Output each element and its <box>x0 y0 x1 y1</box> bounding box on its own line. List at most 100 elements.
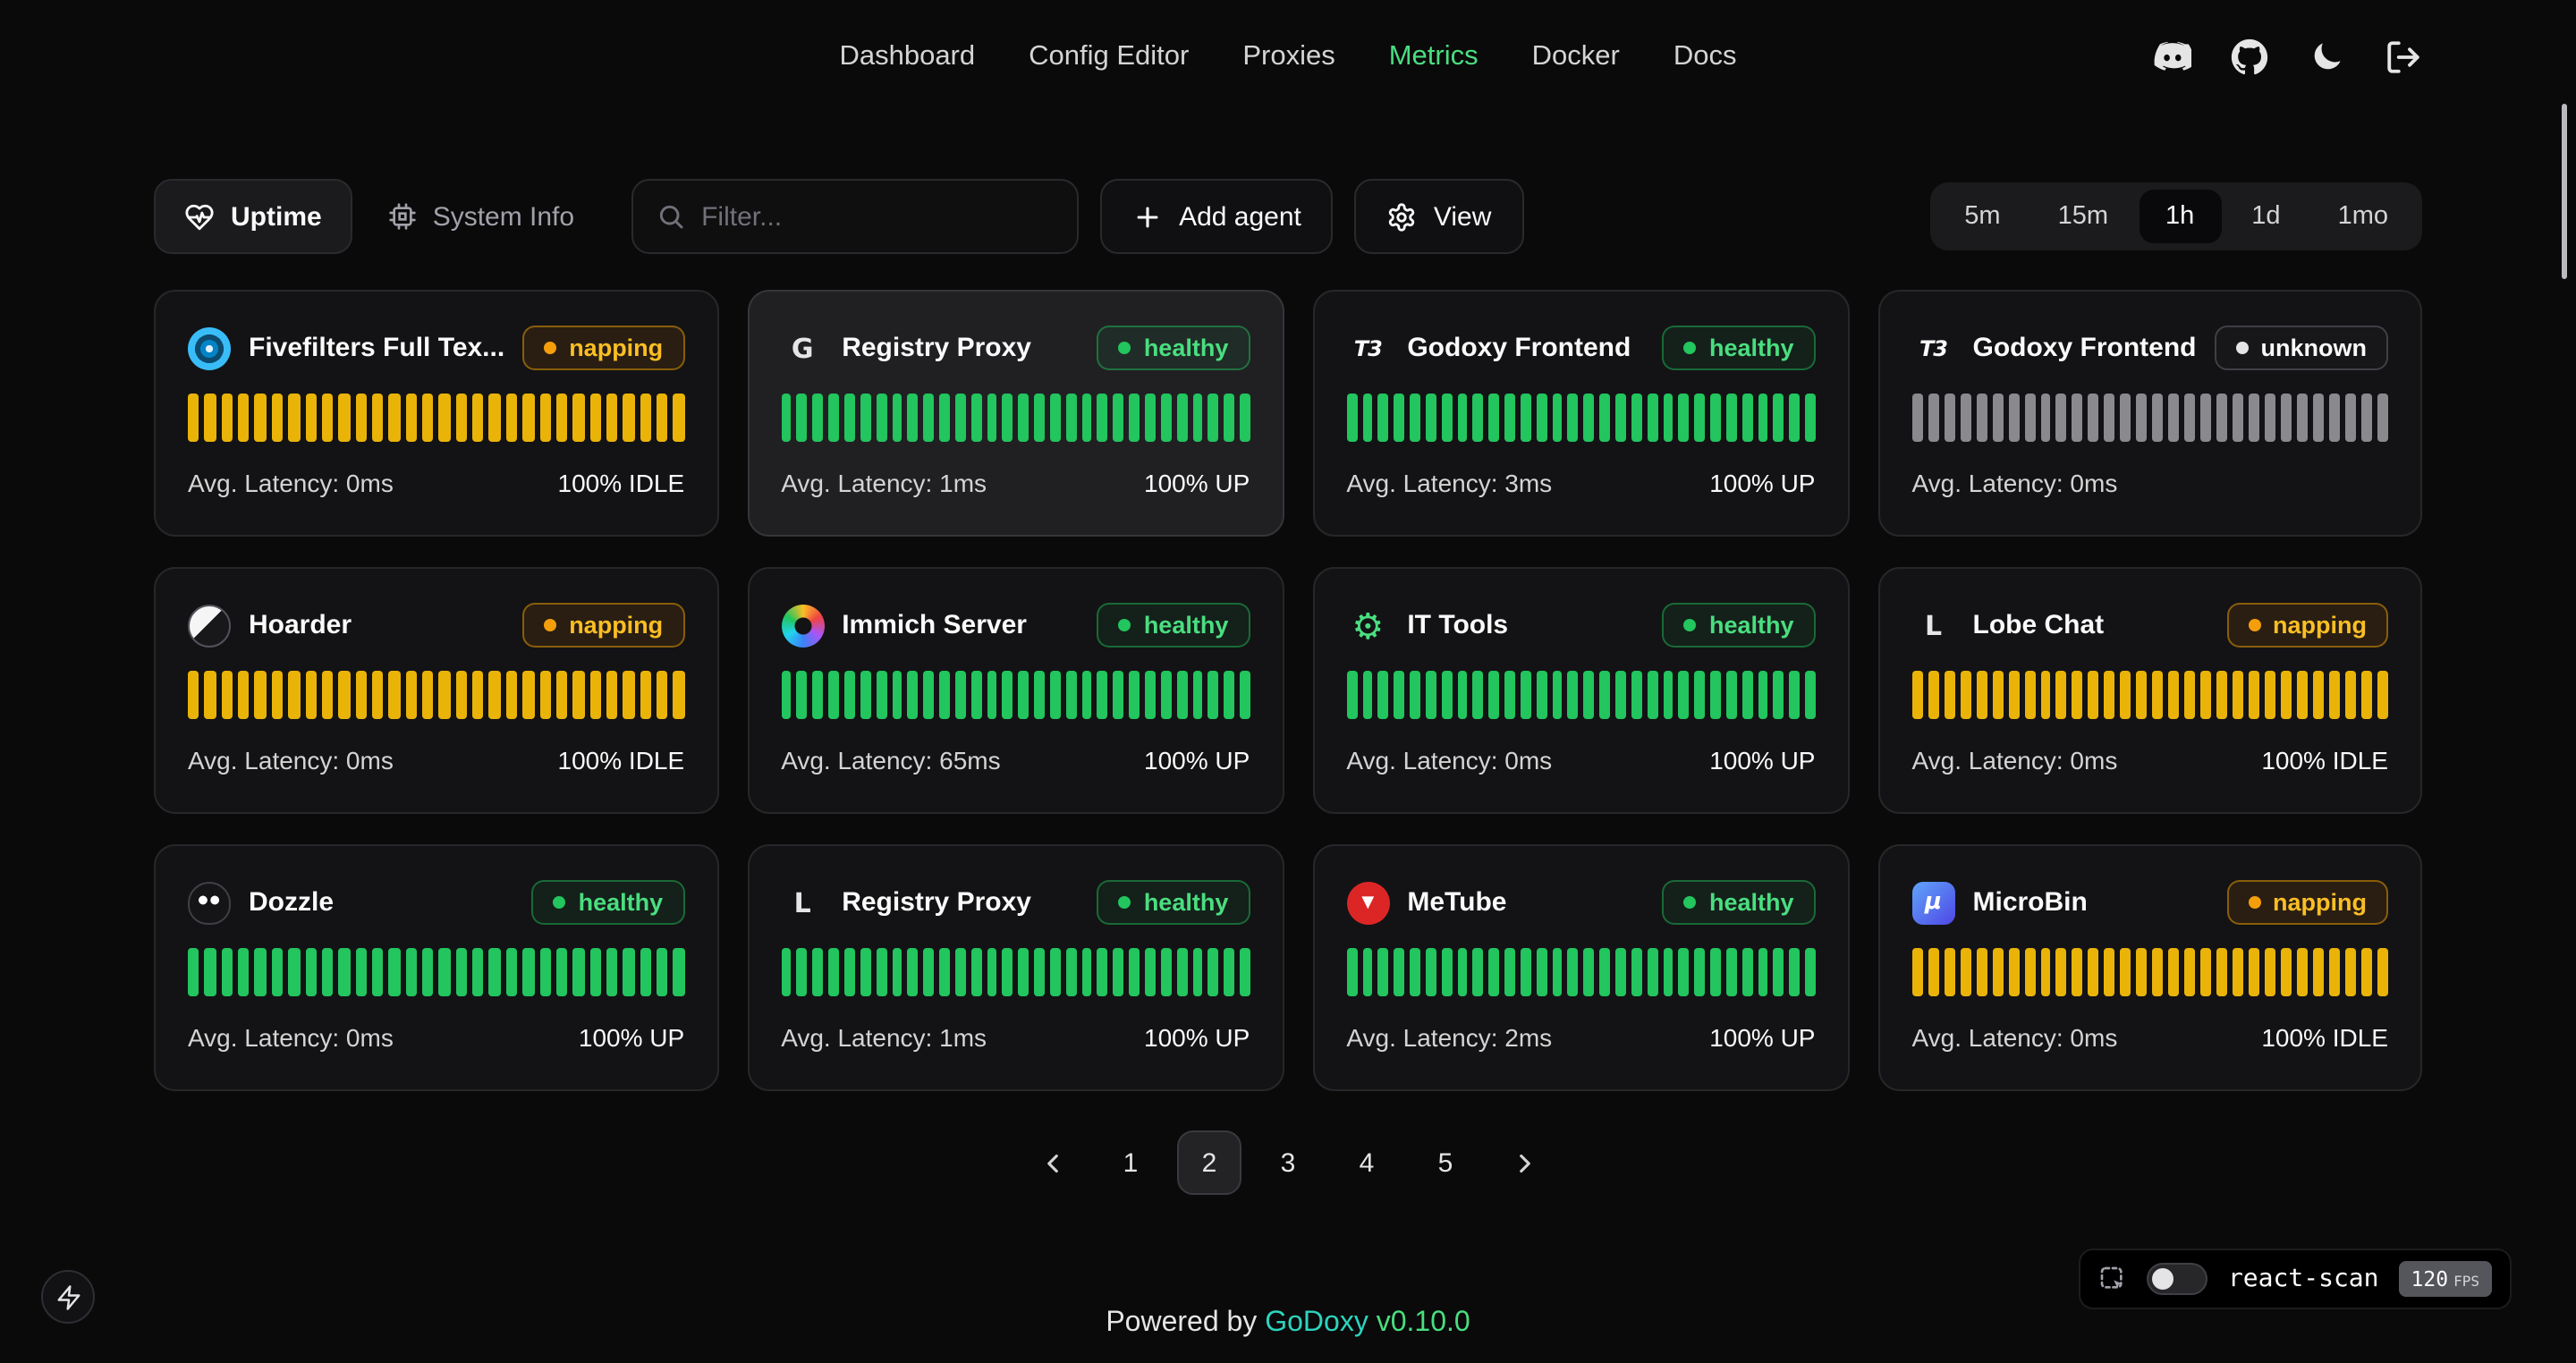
page-5[interactable]: 5 <box>1413 1130 1478 1195</box>
uptime-bar <box>606 671 618 719</box>
godoxy-brand-link[interactable]: GoDoxy <box>1265 1308 1368 1338</box>
card-header: Hoarder napping <box>188 603 684 648</box>
dark-mode-icon[interactable] <box>2308 38 2345 76</box>
time-range-15m[interactable]: 15m <box>2031 190 2135 243</box>
github-icon[interactable] <box>2231 38 2268 76</box>
time-range-5m[interactable]: 5m <box>1937 190 2027 243</box>
uptime-bar <box>188 948 199 996</box>
tab-system-info[interactable]: System Info <box>367 179 596 254</box>
uptime-bar <box>970 394 981 442</box>
service-card[interactable]: μ MicroBin napping Avg. Latency: 0ms 100… <box>1878 844 2423 1091</box>
service-card[interactable]: G Registry Proxy healthy Avg. Latency: 1… <box>747 290 1284 537</box>
uptime-bar <box>589 948 601 996</box>
uptime-bar <box>1976 671 1987 719</box>
inspect-icon[interactable] <box>2099 1265 2128 1293</box>
uptime-bar <box>640 394 651 442</box>
uptime-bar <box>272 394 284 442</box>
page-1[interactable]: 1 <box>1098 1130 1163 1195</box>
uptime-bar <box>2265 671 2275 719</box>
service-card[interactable]: ⚙ IT Tools healthy Avg. Latency: 0ms 100… <box>1312 567 1849 814</box>
uptime-bar <box>2105 394 2115 442</box>
uptime-bar <box>2024 671 2035 719</box>
uptime-bar <box>674 948 685 996</box>
service-card[interactable]: Dozzle healthy Avg. Latency: 0ms 100% UP <box>154 844 718 1091</box>
service-card[interactable]: T3 Godoxy Frontend unknown Avg. Latency:… <box>1878 290 2423 537</box>
uptime-bar <box>797 671 808 719</box>
uptime-bar <box>892 394 902 442</box>
react-scan-toggle[interactable] <box>2148 1263 2208 1295</box>
uptime-bar <box>1537 394 1547 442</box>
time-range-1h[interactable]: 1h <box>2139 190 2221 243</box>
uptime-bars <box>1912 948 2389 996</box>
service-icon: ▼ <box>1346 881 1389 924</box>
service-card[interactable]: Fivefilters Full Tex... napping Avg. Lat… <box>154 290 718 537</box>
uptime-bar <box>987 394 997 442</box>
uptime-bar <box>955 948 966 996</box>
uptime-bar <box>987 948 997 996</box>
uptime-bars <box>1346 671 1815 719</box>
latency-text: Avg. Latency: 1ms <box>781 469 987 497</box>
uptime-bar <box>522 948 534 996</box>
tab-uptime[interactable]: Uptime <box>154 179 352 254</box>
uptime-bar <box>2233 948 2243 996</box>
quick-actions-button[interactable] <box>41 1270 95 1324</box>
add-agent-button[interactable]: Add agent <box>1100 179 1334 254</box>
filter-input[interactable] <box>701 201 1054 232</box>
uptime-bar <box>1129 394 1140 442</box>
page-2[interactable]: 2 <box>1177 1130 1241 1195</box>
uptime-bar <box>1208 948 1219 996</box>
page-4[interactable]: 4 <box>1335 1130 1399 1195</box>
time-range-1mo[interactable]: 1mo <box>2311 190 2415 243</box>
uptime-bar <box>797 394 808 442</box>
service-card[interactable]: Hoarder napping Avg. Latency: 0ms 100% I… <box>154 567 718 814</box>
nav-actions <box>2150 37 2422 78</box>
service-card[interactable]: L Registry Proxy healthy Avg. Latency: 1… <box>747 844 1284 1091</box>
uptime-bar <box>1441 671 1452 719</box>
uptime-bar <box>1129 671 1140 719</box>
uptime-bar <box>1568 671 1579 719</box>
card-footer: Avg. Latency: 0ms <box>1912 469 2389 497</box>
uptime-bar <box>506 671 518 719</box>
nav-link-metrics[interactable]: Metrics <box>1389 41 1479 73</box>
uptime-bar <box>813 948 824 996</box>
uptime-bar <box>456 394 468 442</box>
uptime-bar <box>955 394 966 442</box>
pagination-prev[interactable] <box>1020 1130 1084 1195</box>
service-icon: L <box>781 881 824 924</box>
uptime-bar <box>322 671 334 719</box>
nav-link-config-editor[interactable]: Config Editor <box>1029 41 1189 73</box>
status-dot <box>2248 619 2260 631</box>
nav-link-proxies[interactable]: Proxies <box>1242 41 1335 73</box>
service-name: Godoxy Frontend <box>1973 333 2197 363</box>
uptime-bar <box>860 948 871 996</box>
uptime-bar <box>2105 671 2115 719</box>
page-3[interactable]: 3 <box>1256 1130 1320 1195</box>
pagination-next[interactable] <box>1492 1130 1556 1195</box>
service-card[interactable]: ▼ MeTube healthy Avg. Latency: 2ms 100% … <box>1312 844 1849 1091</box>
service-icon <box>188 881 231 924</box>
discord-icon[interactable] <box>2150 37 2191 78</box>
uptime-bar <box>1066 948 1077 996</box>
service-card[interactable]: T3 Godoxy Frontend healthy Avg. Latency:… <box>1312 290 1849 537</box>
uptime-bar <box>1976 948 1987 996</box>
uptime-bar <box>2056 671 2067 719</box>
nav-link-dashboard[interactable]: Dashboard <box>839 41 975 73</box>
nav-link-docs[interactable]: Docs <box>1674 41 1737 73</box>
uptime-bar <box>1928 948 1938 996</box>
uptime-bar <box>1161 948 1172 996</box>
scrollbar-thumb[interactable] <box>2562 104 2567 279</box>
time-range-1d[interactable]: 1d <box>2224 190 2307 243</box>
card-footer: Avg. Latency: 1ms 100% UP <box>781 469 1250 497</box>
service-card[interactable]: L Lobe Chat napping Avg. Latency: 0ms 10… <box>1878 567 2423 814</box>
service-card[interactable]: Immich Server healthy Avg. Latency: 65ms… <box>747 567 1284 814</box>
uptime-bar <box>1615 671 1626 719</box>
service-icon: T3 <box>1912 326 1955 369</box>
uptime-bar <box>372 394 384 442</box>
uptime-bar <box>623 394 635 442</box>
nav-link-docker[interactable]: Docker <box>1532 41 1620 73</box>
uptime-bar <box>1599 394 1610 442</box>
view-button[interactable]: View <box>1355 179 1524 254</box>
uptime-bar <box>1426 948 1436 996</box>
uptime-bar <box>1097 671 1108 719</box>
logout-icon[interactable] <box>2385 38 2422 76</box>
